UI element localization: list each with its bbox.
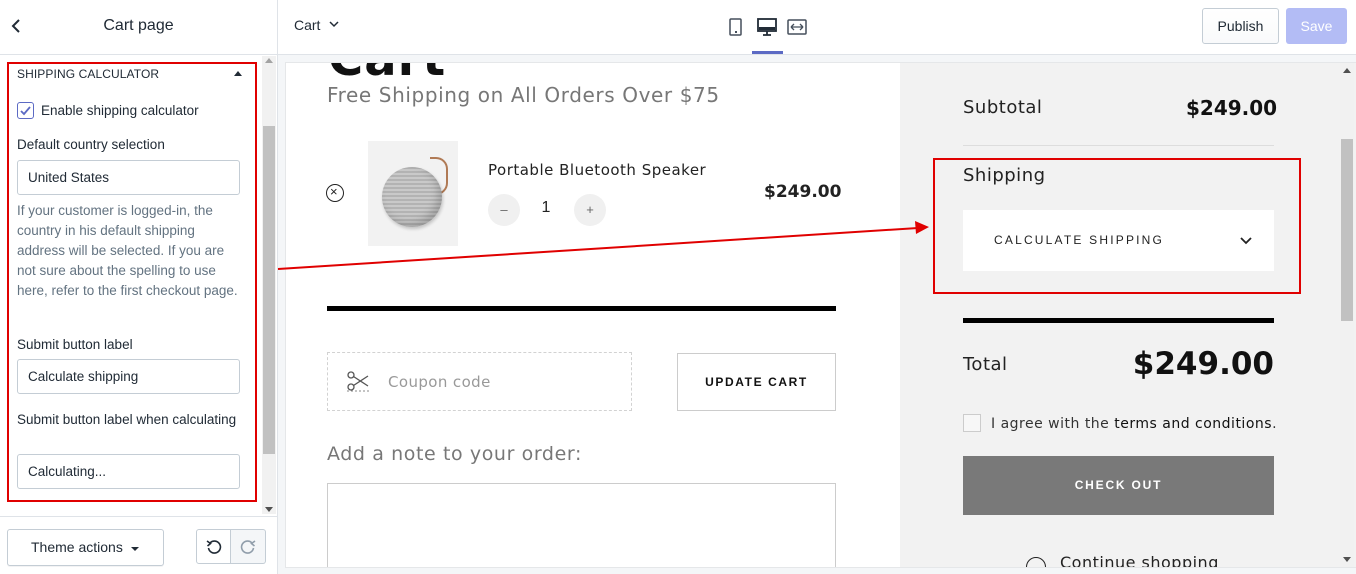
storefront-preview: Cart Free Shipping on All Orders Over $7… bbox=[286, 63, 1356, 567]
theme-actions-label: Theme actions bbox=[31, 539, 123, 555]
quantity-increase-button[interactable]: + bbox=[574, 194, 606, 226]
undo-icon bbox=[206, 540, 222, 554]
undo-button[interactable] bbox=[196, 529, 231, 564]
desktop-icon bbox=[757, 18, 777, 36]
mobile-icon bbox=[729, 18, 742, 36]
theme-actions-button[interactable]: Theme actions bbox=[7, 529, 164, 566]
calculating-label-label: Submit button label when calculating bbox=[17, 412, 237, 427]
continue-shopping-link[interactable]: Continue shopping bbox=[1060, 553, 1219, 567]
section-title: SHIPPING CALCULATOR bbox=[17, 67, 160, 81]
fullscreen-icon bbox=[787, 19, 807, 35]
total-value: $249.00 bbox=[1132, 346, 1274, 382]
publish-button[interactable]: Publish bbox=[1202, 8, 1279, 44]
order-note-label: Add a note to your order: bbox=[327, 443, 582, 465]
desktop-view-button[interactable] bbox=[756, 16, 780, 38]
active-device-indicator bbox=[752, 51, 783, 54]
submit-label-label: Submit button label bbox=[17, 337, 133, 352]
coupon-input[interactable]: Coupon code bbox=[327, 352, 632, 411]
subtotal-label: Subtotal bbox=[963, 97, 1043, 118]
summary-thick-divider bbox=[963, 318, 1274, 323]
theme-editor: Cart page SHIPPING CALCULATOR Enable shi… bbox=[0, 0, 1356, 574]
speaker-graphic bbox=[382, 167, 442, 227]
sidebar-footer: Theme actions bbox=[0, 516, 277, 574]
settings-sidebar: Cart page SHIPPING CALCULATOR Enable shi… bbox=[0, 0, 278, 574]
update-cart-button[interactable]: UPDATE CART bbox=[677, 353, 836, 411]
order-note-textarea[interactable] bbox=[327, 483, 836, 567]
cart-divider bbox=[327, 306, 836, 311]
page-selector[interactable]: Cart bbox=[294, 17, 339, 33]
country-label: Default country selection bbox=[17, 137, 165, 152]
quantity-decrease-button[interactable]: – bbox=[488, 194, 520, 226]
caret-down-icon bbox=[131, 547, 139, 551]
panel-title: Cart page bbox=[103, 17, 174, 34]
redo-button[interactable] bbox=[231, 529, 266, 564]
scroll-up-arrow-icon[interactable] bbox=[265, 58, 273, 63]
calculate-shipping-toggle[interactable]: CALCULATE SHIPPING bbox=[963, 210, 1274, 271]
terms-link[interactable]: terms and conditions bbox=[1114, 416, 1272, 432]
terms-text: I agree with the terms and conditions. bbox=[991, 416, 1277, 432]
product-name[interactable]: Portable Bluetooth Speaker bbox=[488, 161, 706, 179]
enable-shipping-checkbox[interactable] bbox=[17, 102, 34, 119]
terms-prefix: I agree with the bbox=[991, 416, 1115, 432]
chevron-down-icon bbox=[329, 21, 339, 28]
close-icon: × bbox=[330, 184, 338, 199]
preview-scrollbar-thumb[interactable] bbox=[1341, 139, 1353, 321]
scroll-up-arrow-icon[interactable] bbox=[1343, 68, 1351, 73]
coupon-placeholder: Coupon code bbox=[388, 373, 491, 391]
preview-scrollbar[interactable] bbox=[1340, 63, 1354, 567]
scrollbar-thumb[interactable] bbox=[263, 126, 275, 454]
remove-item-button[interactable]: × bbox=[326, 184, 344, 202]
terms-suffix: . bbox=[1272, 416, 1278, 432]
sidebar-header: Cart page bbox=[0, 0, 277, 55]
redo-icon bbox=[240, 540, 256, 554]
country-input[interactable]: United States bbox=[17, 160, 240, 195]
total-label: Total bbox=[963, 354, 1008, 375]
continue-shopping-icon bbox=[1026, 557, 1046, 567]
enable-shipping-label: Enable shipping calculator bbox=[41, 103, 199, 118]
checkout-button[interactable]: CHECK OUT bbox=[963, 456, 1274, 515]
scroll-down-arrow-icon[interactable] bbox=[1343, 557, 1351, 562]
product-image[interactable] bbox=[368, 141, 458, 246]
line-item-price: $249.00 bbox=[764, 182, 842, 202]
submit-label-input[interactable]: Calculate shipping bbox=[17, 359, 240, 394]
caret-up-icon bbox=[234, 71, 242, 76]
calculating-label-input[interactable]: Calculating... bbox=[17, 454, 240, 489]
settings-scroll-area: SHIPPING CALCULATOR Enable shipping calc… bbox=[0, 56, 262, 506]
summary-divider bbox=[963, 145, 1274, 146]
quantity-value[interactable]: 1 bbox=[536, 199, 556, 217]
chevron-down-icon bbox=[1240, 237, 1252, 245]
terms-checkbox[interactable] bbox=[963, 414, 981, 432]
fullscreen-view-button[interactable] bbox=[786, 16, 810, 38]
mobile-view-button[interactable] bbox=[726, 16, 750, 38]
sidebar-scrollbar[interactable] bbox=[262, 56, 276, 514]
scissors-icon bbox=[347, 371, 369, 392]
subtotal-value: $249.00 bbox=[1186, 96, 1278, 120]
scroll-down-arrow-icon[interactable] bbox=[265, 507, 273, 512]
cart-summary: Subtotal $249.00 Shipping CALCULATE SHIP… bbox=[900, 63, 1356, 567]
section-header-shipping-calculator[interactable]: SHIPPING CALCULATOR bbox=[17, 67, 243, 83]
save-button[interactable]: Save bbox=[1286, 8, 1347, 44]
calculate-shipping-label: CALCULATE SHIPPING bbox=[994, 233, 1165, 247]
shipping-label: Shipping bbox=[963, 165, 1046, 186]
country-help-text: If your customer is logged-in, the count… bbox=[17, 203, 238, 298]
editor-topbar: Cart Publish Save bbox=[278, 0, 1356, 55]
page-selector-label: Cart bbox=[294, 17, 321, 33]
checkmark-icon bbox=[20, 106, 31, 116]
free-shipping-banner: Free Shipping on All Orders Over $75 bbox=[327, 83, 720, 107]
